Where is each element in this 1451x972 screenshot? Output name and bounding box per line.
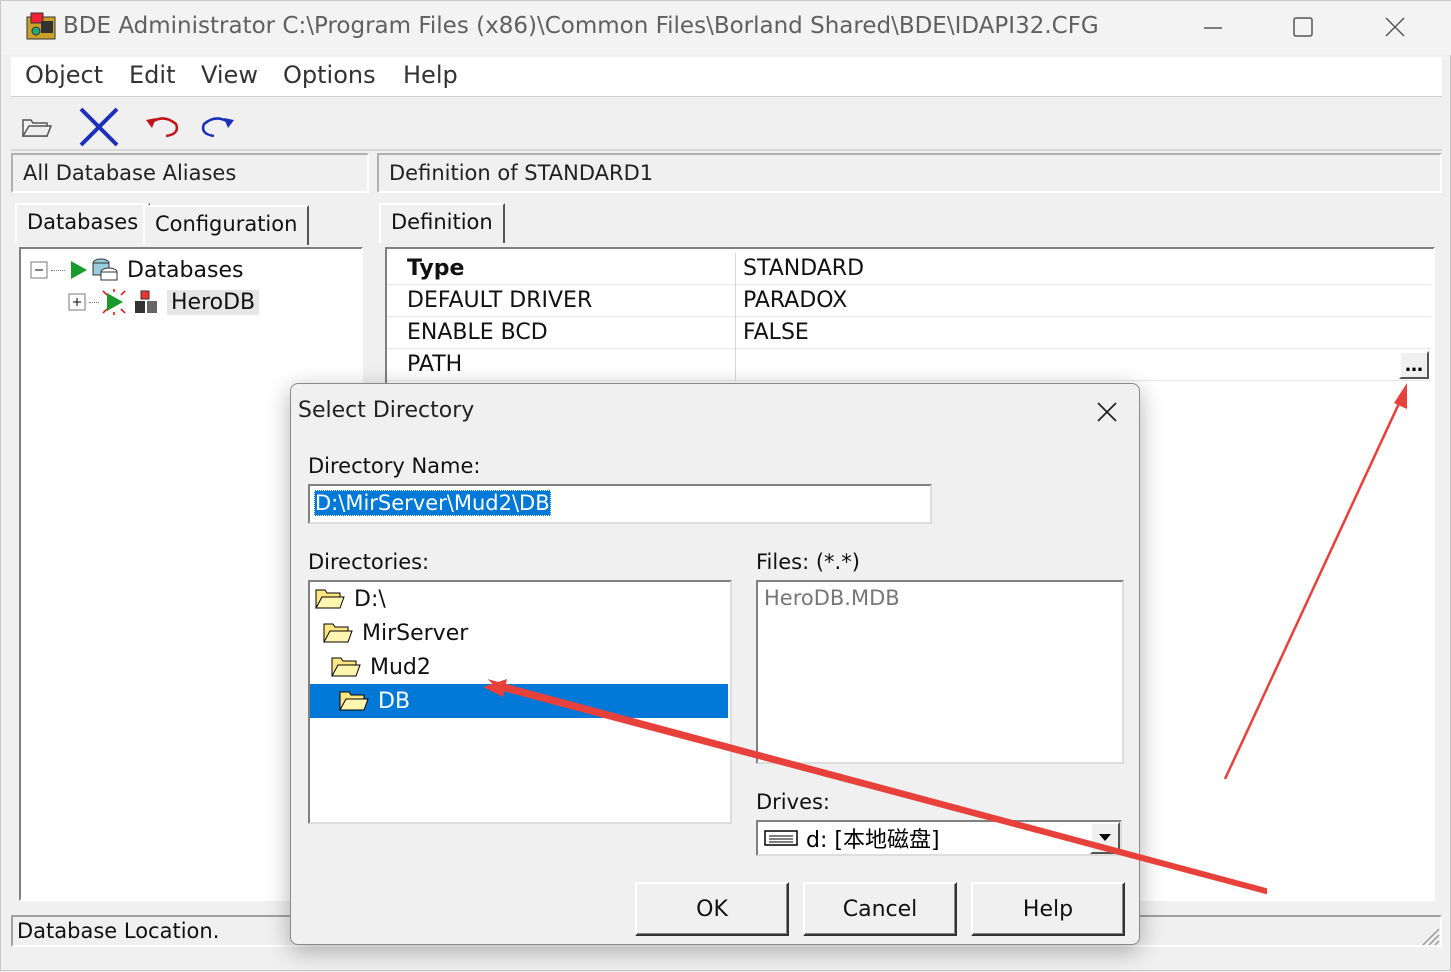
open-folder-icon (331, 657, 361, 677)
directories-label: Directories: (308, 550, 430, 574)
dropdown-button[interactable] (1090, 822, 1120, 854)
resize-grip-icon[interactable] (1417, 923, 1441, 947)
grid-key: ENABLE BCD (407, 320, 548, 345)
files-list[interactable]: HeroDB.MDB (756, 580, 1124, 764)
delete-x-icon (79, 107, 119, 147)
directory-item[interactable]: Mud2 (310, 650, 728, 684)
directory-item-selected[interactable]: DB (310, 684, 728, 718)
menu-options[interactable]: Options (283, 61, 376, 89)
menu-object[interactable]: Object (25, 61, 103, 89)
grid-row-enable-bcd[interactable]: ENABLE BCD FALSE (387, 317, 1431, 349)
open-button[interactable] (17, 107, 57, 147)
minimize-icon (1204, 27, 1222, 29)
menu-bar: Object Edit View Options Help (11, 57, 1442, 97)
redo-button[interactable] (197, 107, 237, 147)
collapse-icon[interactable] (29, 260, 49, 280)
undo-icon (146, 117, 179, 138)
cancel-button[interactable]: Cancel (803, 882, 957, 936)
grid-value: PARADOX (743, 288, 848, 313)
toolbar (11, 99, 1442, 151)
grid-row-path[interactable]: PATH … (387, 349, 1431, 381)
tree-label-databases: Databases (127, 257, 244, 283)
open-folder-icon (339, 691, 369, 711)
redo-icon (201, 117, 234, 138)
directory-name-value: D:\MirServer\Mud2\DB (314, 490, 551, 516)
bde-administrator-window: BDE Administrator C:\Program Files (x86)… (0, 0, 1451, 971)
close-window-button[interactable] (1375, 9, 1415, 45)
open-folder-icon (21, 119, 53, 137)
left-panel-header: All Database Aliases (11, 153, 369, 193)
directories-list[interactable]: D:\ MirServer Mud2 DB (308, 580, 732, 824)
tab-definition[interactable]: Definition (379, 203, 505, 243)
close-icon (1385, 17, 1405, 37)
tree-label-herodb: HeroDB (167, 289, 260, 315)
tree-node-herodb[interactable]: HeroDB (67, 287, 260, 317)
grid-row-default-driver[interactable]: DEFAULT DRIVER PARADOX (387, 285, 1431, 317)
maximize-button[interactable] (1283, 9, 1323, 45)
directory-name-field[interactable]: D:\MirServer\Mud2\DB (308, 484, 932, 524)
undo-button[interactable] (143, 107, 183, 147)
tab-databases[interactable]: Databases (15, 203, 151, 243)
title-bar: BDE Administrator C:\Program Files (x86)… (1, 1, 1451, 55)
help-button[interactable]: Help (971, 882, 1125, 936)
grid-key: PATH (407, 352, 463, 377)
drive-value: d: [本地磁盘] (806, 828, 940, 853)
grid-value: STANDARD (743, 256, 865, 281)
browse-path-button[interactable]: … (1399, 351, 1429, 379)
grid-key: Type (407, 256, 465, 281)
drives-label: Drives: (756, 790, 831, 814)
window-title: BDE Administrator C:\Program Files (x86)… (63, 13, 1099, 39)
right-panel-header: Definition of STANDARD1 (377, 153, 1442, 193)
menu-edit[interactable]: Edit (129, 61, 175, 89)
databases-icon (92, 258, 118, 281)
menu-view[interactable]: View (201, 61, 258, 89)
maximize-icon (1293, 17, 1313, 37)
green-arrow-icon (71, 261, 87, 279)
dialog-title: Select Directory (298, 398, 475, 423)
directory-item[interactable]: MirServer (310, 616, 728, 650)
ok-button[interactable]: OK (635, 882, 789, 936)
grid-row-type[interactable]: Type STANDARD (387, 253, 1431, 285)
directory-item[interactable]: D:\ (310, 582, 728, 616)
tree-node-databases[interactable]: Databases (29, 255, 243, 285)
open-folder-icon (323, 623, 353, 643)
files-label: Files: (*.*) (756, 550, 860, 574)
grid-value: FALSE (743, 320, 809, 345)
drives-dropdown[interactable]: d: [本地磁盘] (756, 820, 1122, 856)
file-item: HeroDB.MDB (764, 586, 900, 610)
chevron-down-icon (1099, 834, 1111, 841)
directory-name-label: Directory Name: (308, 454, 481, 478)
database-alias-icon (135, 290, 157, 313)
open-folder-icon (315, 589, 345, 609)
expand-icon[interactable] (67, 292, 87, 312)
dialog-close-button[interactable] (1087, 392, 1127, 432)
tab-configuration[interactable]: Configuration (143, 205, 310, 245)
close-icon (1097, 402, 1117, 422)
minimize-button[interactable] (1193, 9, 1233, 45)
inactive-connection-icon (102, 289, 126, 315)
grid-key: DEFAULT DRIVER (407, 288, 593, 313)
drive-icon (764, 830, 798, 846)
menu-help[interactable]: Help (403, 61, 458, 89)
delete-button[interactable] (79, 107, 119, 147)
bde-app-icon (26, 12, 56, 40)
select-directory-dialog: Select Directory Directory Name: D:\MirS… (290, 383, 1140, 945)
